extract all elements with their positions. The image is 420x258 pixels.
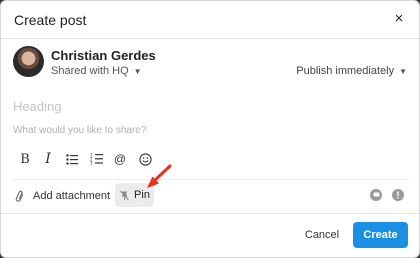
chevron-down-icon: ▼ xyxy=(399,67,407,76)
mention-button[interactable]: @ xyxy=(111,150,129,168)
info-icon xyxy=(397,191,399,199)
bullet-list-button[interactable] xyxy=(63,150,81,168)
add-attachment-label: Add attachment xyxy=(33,190,111,202)
avatar xyxy=(13,46,44,77)
paperclip-icon xyxy=(15,190,24,202)
numbered-list-button[interactable]: 1 2 3 xyxy=(87,150,105,168)
mention-icon: @ xyxy=(113,152,127,166)
cancel-button[interactable]: Cancel xyxy=(298,224,346,246)
audience-selector[interactable]: Shared with HQ ▼ xyxy=(51,65,142,77)
svg-text:3: 3 xyxy=(90,161,93,166)
toolbar-divider xyxy=(13,179,409,180)
author-name: Christian Gerdes xyxy=(51,48,156,63)
annotation-arrow-icon xyxy=(147,164,172,188)
italic-icon: I xyxy=(45,151,51,167)
create-button[interactable]: Create xyxy=(353,222,408,248)
pin-off-icon xyxy=(120,190,129,200)
chevron-down-icon: ▼ xyxy=(133,67,142,76)
publish-label: Publish immediately xyxy=(296,65,395,77)
audience-label: Shared with HQ xyxy=(51,65,129,77)
heading-input[interactable] xyxy=(13,97,403,115)
comment-toggle-button[interactable] xyxy=(370,189,382,201)
publish-timing-selector[interactable]: Publish immediately ▼ xyxy=(296,65,407,77)
bullet-list-icon xyxy=(66,153,78,165)
dialog-header: Create post × xyxy=(1,1,419,39)
body-input[interactable] xyxy=(13,122,403,138)
numbered-list-icon: 1 2 3 xyxy=(90,153,103,165)
info-button[interactable] xyxy=(392,189,404,201)
comment-icon xyxy=(373,192,379,197)
close-button[interactable]: × xyxy=(391,10,407,28)
bold-button[interactable]: B xyxy=(16,150,34,168)
italic-button[interactable]: I xyxy=(39,150,57,168)
add-attachment-button[interactable]: Add attachment xyxy=(15,187,110,205)
dialog-title: Create post xyxy=(14,12,87,28)
create-post-dialog: Create post × Christian Gerdes Shared wi… xyxy=(0,0,420,258)
bold-icon: B xyxy=(20,151,30,167)
footer-divider xyxy=(1,213,419,214)
